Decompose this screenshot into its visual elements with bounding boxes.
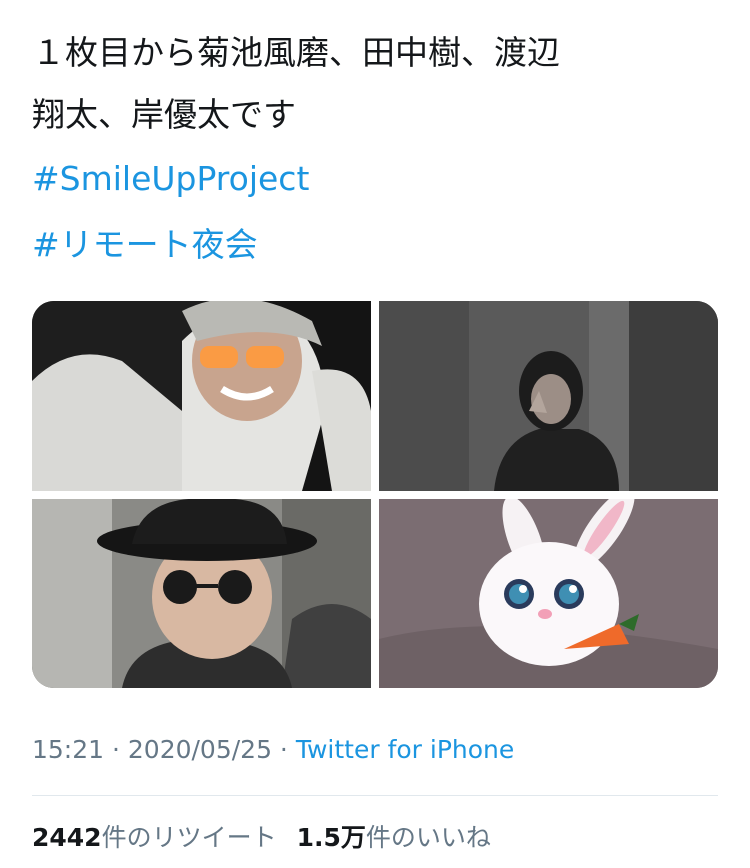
tweet-text-line-1: １枚目から菊池風磨、田中樹、渡辺 [32,33,560,72]
media-photo-4[interactable] [379,499,718,688]
tweet-stats: 2442件のリツイート 1.5万件のいいね [32,818,718,854]
photo-2-image [379,301,718,491]
media-grid [32,301,718,688]
meta-separator-2: · [271,735,296,764]
media-photo-2[interactable] [379,301,718,491]
retweet-count: 2442 [32,823,102,852]
tweet-date: 2020/05/25 [127,735,272,764]
media-photo-1[interactable] [32,301,371,491]
meta-separator: · [104,735,128,764]
tweet-text-line-2: 翔太、岸優太です [32,95,296,134]
tweet-text: １枚目から菊池風磨、田中樹、渡辺 翔太、岸優太です #SmileUpProjec… [32,22,712,278]
like-label: 件のいいね [365,823,491,852]
likes-stat[interactable]: 1.5万件のいいね [297,823,491,852]
hashtag-remote-yakai-link[interactable]: #リモート夜会 [32,212,712,278]
photo-4-image [379,499,718,688]
media-photo-3[interactable] [32,499,371,688]
divider [32,795,718,796]
retweet-label: 件のリツイート [101,823,277,852]
photo-3-image [32,499,371,688]
tweet-meta: 15:21 · 2020/05/25 · Twitter for iPhone [32,735,718,764]
tweet-time: 15:21 [32,735,105,764]
photo-1-image [32,301,371,491]
like-count: 1.5万 [296,823,366,852]
retweets-stat[interactable]: 2442件のリツイート [32,823,277,852]
source-link[interactable]: Twitter for iPhone [296,735,514,764]
hashtag-smileupproject-link[interactable]: #SmileUpProject [32,146,712,212]
